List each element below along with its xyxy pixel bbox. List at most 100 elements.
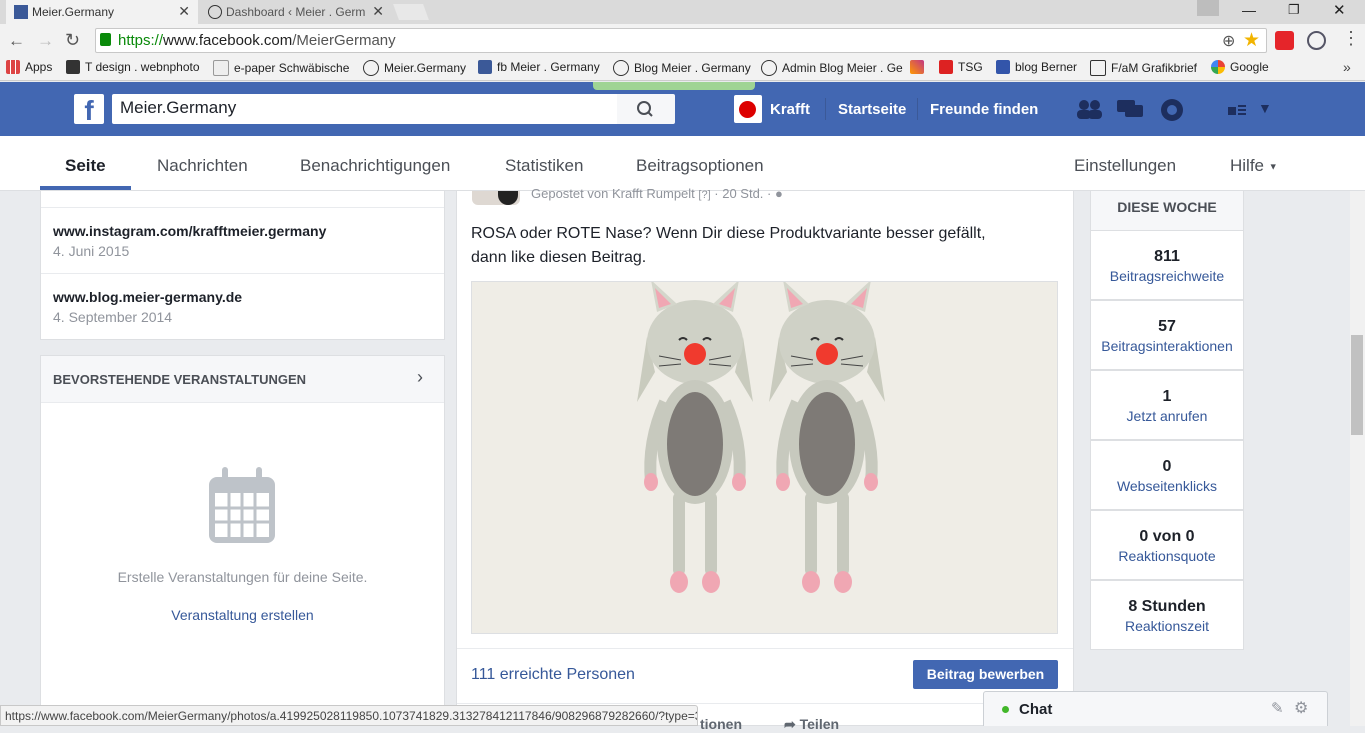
browser-tab-active[interactable]: Meier.Germany ✕ <box>6 0 198 24</box>
messages-icon[interactable] <box>1115 97 1145 121</box>
divider <box>457 703 1073 704</box>
stat-call-now[interactable]: 1 Jetzt anrufen <box>1090 370 1244 440</box>
stat-response-rate[interactable]: 0 von 0 Reaktionsquote <box>1090 510 1244 580</box>
browser-tab[interactable]: Dashboard ‹ Meier . Germ ✕ <box>200 0 392 24</box>
close-window-icon[interactable]: ✕ <box>1333 1 1346 19</box>
posted-by: Gepostet von Krafft Rumpelt <box>531 186 695 201</box>
plush-cat-image <box>472 282 1058 634</box>
tab-messages[interactable]: Nachrichten <box>157 156 248 176</box>
reach-link[interactable]: 111 erreichte Personen <box>471 666 635 684</box>
post-text: ROSA oder ROTE Nase? Wenn Dir diese Prod… <box>471 225 986 266</box>
home-link[interactable]: Startseite <box>838 101 906 118</box>
tab-help[interactable]: Hilfe ▼ <box>1230 156 1278 176</box>
divider <box>917 98 918 120</box>
friend-requests-icon[interactable] <box>1074 97 1104 121</box>
bookmark[interactable]: Meier.Germany <box>363 60 466 76</box>
bookmark-apps[interactable]: Apps <box>6 60 52 74</box>
stats-header-title: DIESE WOCHE <box>1117 199 1217 215</box>
restore-icon[interactable]: ❐ <box>1288 2 1300 18</box>
header-indicator <box>593 82 755 90</box>
find-friends-link[interactable]: Freunde finden <box>930 101 1038 118</box>
menu-icon[interactable]: ⋮ <box>1342 28 1360 49</box>
forward-icon[interactable]: → <box>37 31 54 51</box>
bookmark[interactable]: F/aM Grafikbrief <box>1090 60 1197 76</box>
notifications-globe-icon[interactable] <box>1159 97 1185 123</box>
tab-settings[interactable]: Einstellungen <box>1074 156 1176 176</box>
create-event-link[interactable]: Veranstaltung erstellen <box>41 607 444 623</box>
stat-website-clicks[interactable]: 0 Webseitenklicks <box>1090 440 1244 510</box>
events-title: BEVORSTEHENDE VERANSTALTUNGEN <box>53 372 307 387</box>
chevron-right-icon[interactable]: › <box>417 367 423 388</box>
minimize-icon[interactable]: — <box>1242 2 1256 18</box>
bookmark[interactable]: Blog Meier . Germany <box>613 60 751 76</box>
bookmark-instagram[interactable] <box>910 60 924 74</box>
events-empty-text: Erstelle Veranstaltungen für deine Seite… <box>117 569 368 585</box>
lock-icon <box>100 33 111 46</box>
search-icon <box>637 101 653 117</box>
divider <box>457 648 1073 649</box>
search-value[interactable]: Meier.Germany <box>120 98 236 118</box>
facebook-logo-icon[interactable]: f <box>74 94 104 124</box>
tab-title: Meier.Germany <box>32 5 115 19</box>
tab-notifications[interactable]: Benachrichtigungen <box>300 156 450 176</box>
post-photo[interactable] <box>471 281 1058 634</box>
extension-eye-icon[interactable] <box>1307 31 1326 50</box>
wordpress-favicon-icon <box>208 5 222 19</box>
post-time: 20 Std. <box>722 186 764 201</box>
search-button[interactable] <box>617 94 675 124</box>
account-menu-chevron-down-icon[interactable]: ▼ <box>1258 100 1272 116</box>
share-action[interactable]: ➦ Teilen <box>784 716 839 733</box>
share-arrow-icon: ➦ <box>784 716 796 732</box>
new-tab-button[interactable] <box>393 4 429 20</box>
quick-help-lock-icon[interactable] <box>1227 101 1247 117</box>
post-meta: Gepostet von Krafft Rumpelt [?] · 20 Std… <box>531 186 783 201</box>
online-status-icon <box>1002 706 1009 713</box>
chat-label[interactable]: Chat <box>1019 701 1052 718</box>
instagram-link[interactable]: www.instagram.com/krafftmeier.germany <box>53 223 326 239</box>
divider <box>41 207 444 208</box>
calendar-icon <box>207 465 277 545</box>
back-icon[interactable]: ← <box>8 31 25 51</box>
extension-icon[interactable] <box>1275 31 1294 50</box>
bookmark-star-icon[interactable]: ★ <box>1243 29 1260 52</box>
avatar[interactable] <box>734 95 762 123</box>
link-date: 4. Juni 2015 <box>53 243 130 259</box>
close-tab-icon[interactable]: ✕ <box>372 3 384 20</box>
close-tab-icon[interactable]: ✕ <box>178 3 190 20</box>
profile-link[interactable]: Krafft <box>770 101 810 118</box>
globe-icon: ● <box>774 186 783 201</box>
stat-response-time[interactable]: 8 Stunden Reaktionszeit <box>1090 580 1244 650</box>
stats-header: DIESE WOCHE <box>1090 191 1244 231</box>
apps-grid-icon <box>6 60 20 74</box>
comment-action[interactable]: tionen <box>700 716 742 732</box>
bookmark[interactable]: Google <box>1211 60 1269 74</box>
chat-settings-gear-icon[interactable]: ⚙ <box>1294 698 1308 718</box>
bookmark[interactable]: T design . webnphoto <box>66 60 200 74</box>
tab-insights[interactable]: Statistiken <box>505 156 583 176</box>
divider <box>825 98 826 120</box>
scrollbar-track[interactable] <box>1350 191 1365 726</box>
new-message-icon[interactable]: ✎ <box>1271 699 1284 717</box>
promote-post-button[interactable]: Beitrag bewerben <box>913 660 1058 689</box>
blog-link[interactable]: www.blog.meier-germany.de <box>53 289 242 305</box>
tab-page[interactable]: Seite <box>65 156 106 176</box>
bookmark[interactable]: TSG <box>939 60 983 74</box>
zoom-icon[interactable]: ⊕ <box>1222 31 1235 51</box>
stat-post-engagement[interactable]: 57 Beitragsinteraktionen <box>1090 300 1244 370</box>
scrollbar-thumb[interactable] <box>1351 335 1363 435</box>
url-text[interactable]: https://www.facebook.com/MeierGermany <box>118 32 396 49</box>
bookmarks-overflow-icon[interactable]: » <box>1343 59 1351 75</box>
bookmark[interactable]: fb Meier . Germany <box>478 60 600 74</box>
facebook-favicon-icon <box>14 5 28 19</box>
link-date: 4. September 2014 <box>53 309 173 325</box>
stat-post-reach[interactable]: 811 Beitragsreichweite <box>1090 230 1244 300</box>
tab-title: Dashboard ‹ Meier . Germ <box>226 5 366 19</box>
bookmark[interactable]: blog Berner <box>996 60 1077 74</box>
tab-publishing-tools[interactable]: Beitragsoptionen <box>636 156 764 176</box>
active-tab-indicator <box>40 186 131 190</box>
bookmark[interactable]: e-paper Schwäbische <box>213 60 349 76</box>
reload-icon[interactable]: ↻ <box>65 30 80 51</box>
post-author-avatar[interactable] <box>472 191 520 205</box>
bookmark[interactable]: Admin Blog Meier . Ge <box>761 60 903 76</box>
profile-icon[interactable] <box>1197 0 1219 16</box>
